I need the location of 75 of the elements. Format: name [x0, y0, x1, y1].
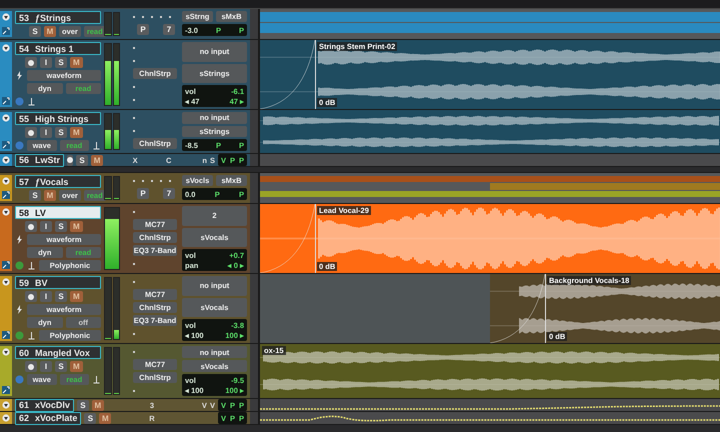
input-monitor-button[interactable]: I	[40, 361, 52, 372]
solo-button[interactable]: S	[55, 291, 67, 302]
fade-in-curve[interactable]	[260, 40, 316, 109]
input-monitor-button[interactable]: I	[40, 127, 52, 138]
insert-toggle-button[interactable]: 7	[163, 188, 175, 199]
collapse-triangle-icon[interactable]	[2, 208, 10, 216]
scroll-bar[interactable]	[250, 344, 260, 398]
collapse-triangle-icon[interactable]	[2, 13, 10, 21]
clip-group-band[interactable]	[490, 183, 720, 190]
scroll-bar[interactable]	[250, 110, 260, 153]
expand-corner-icon[interactable]	[2, 97, 10, 105]
collapse-triangle-icon[interactable]	[2, 44, 10, 52]
track-toggle-button[interactable]: S	[29, 26, 41, 37]
track-name-field[interactable]: 61 xVocDlv	[15, 398, 74, 412]
scroll-bar[interactable]	[250, 40, 260, 109]
pin-icon[interactable]	[92, 375, 101, 384]
scroll-bar[interactable]	[250, 204, 260, 273]
track-name-field[interactable]: 60 Mangled Vox	[15, 346, 101, 359]
pin-icon[interactable]	[27, 97, 36, 106]
solo-button[interactable]: S	[55, 127, 67, 138]
scroll-bar[interactable]	[250, 173, 260, 203]
record-button[interactable]	[25, 221, 37, 232]
input-monitor-button[interactable]: I	[40, 291, 52, 302]
track-toggle-button[interactable]: S	[29, 190, 41, 201]
expand-corner-icon[interactable]	[2, 191, 10, 199]
expand-corner-icon[interactable]	[2, 141, 10, 149]
lightning-icon[interactable]	[15, 305, 24, 314]
clip-group-band[interactable]	[260, 176, 720, 182]
track-name-field[interactable]: 53 ƒStrings	[15, 11, 101, 24]
track-name-field[interactable]: 59 BV	[15, 276, 101, 289]
expand-corner-icon[interactable]	[2, 386, 10, 394]
track-name-field[interactable]: 57 ƒVocals	[15, 175, 101, 188]
collapse-triangle-icon[interactable]	[2, 114, 10, 122]
audio-clip[interactable]	[260, 110, 720, 153]
expand-corner-icon[interactable]	[2, 261, 10, 269]
track-toggle-button[interactable]: S	[76, 400, 89, 410]
track-toggle-button[interactable]: S	[76, 154, 88, 166]
insert-toggle-button[interactable]: 7	[163, 24, 175, 35]
scroll-bar[interactable]	[250, 9, 260, 39]
scroll-bar[interactable]	[250, 274, 260, 343]
input-monitor-button[interactable]: I	[40, 221, 52, 232]
collapse-triangle-icon[interactable]	[2, 177, 10, 185]
collapse-triangle-icon[interactable]	[2, 278, 10, 286]
expand-corner-icon[interactable]	[2, 27, 10, 35]
track-name-field[interactable]: 54 Strings 1	[15, 42, 101, 55]
lightning-icon[interactable]	[15, 71, 24, 80]
expand-corner-icon[interactable]	[2, 331, 10, 339]
record-button[interactable]	[25, 127, 37, 138]
track-name-field[interactable]: 56 LwStr	[15, 154, 64, 166]
pin-icon[interactable]	[27, 331, 36, 340]
track-toggle-button[interactable]: S	[84, 412, 96, 424]
track-name-field[interactable]: 62 xVocPlate	[15, 412, 82, 424]
clip-group-band[interactable]	[260, 190, 720, 197]
record-button[interactable]	[25, 57, 37, 68]
solo-button[interactable]: S	[55, 221, 67, 232]
solo-button[interactable]: S	[55, 57, 67, 68]
scroll-bar[interactable]	[250, 154, 260, 166]
pin-icon[interactable]	[92, 141, 101, 150]
pin-icon[interactable]	[27, 261, 36, 270]
scroll-bar[interactable]	[250, 412, 260, 424]
scroll-bar[interactable]	[250, 399, 260, 411]
solo-button[interactable]: S	[55, 361, 67, 372]
track-name-field[interactable]: 55 High Strings	[15, 112, 101, 125]
track-name-field[interactable]: 58 LV	[15, 206, 101, 219]
record-button[interactable]	[25, 291, 37, 302]
record-button[interactable]	[67, 154, 74, 166]
clip-group-band[interactable]	[260, 12, 720, 22]
clip-group-band[interactable]	[260, 23, 720, 33]
record-button[interactable]	[25, 361, 37, 372]
input-monitor-button[interactable]: I	[40, 57, 52, 68]
collapse-triangle-icon[interactable]	[2, 348, 10, 356]
lightning-icon[interactable]	[15, 235, 24, 244]
fade-in-curve[interactable]	[490, 274, 546, 343]
insert-toggle-button[interactable]: P	[137, 24, 149, 35]
insert-toggle-button[interactable]: P	[137, 188, 149, 199]
